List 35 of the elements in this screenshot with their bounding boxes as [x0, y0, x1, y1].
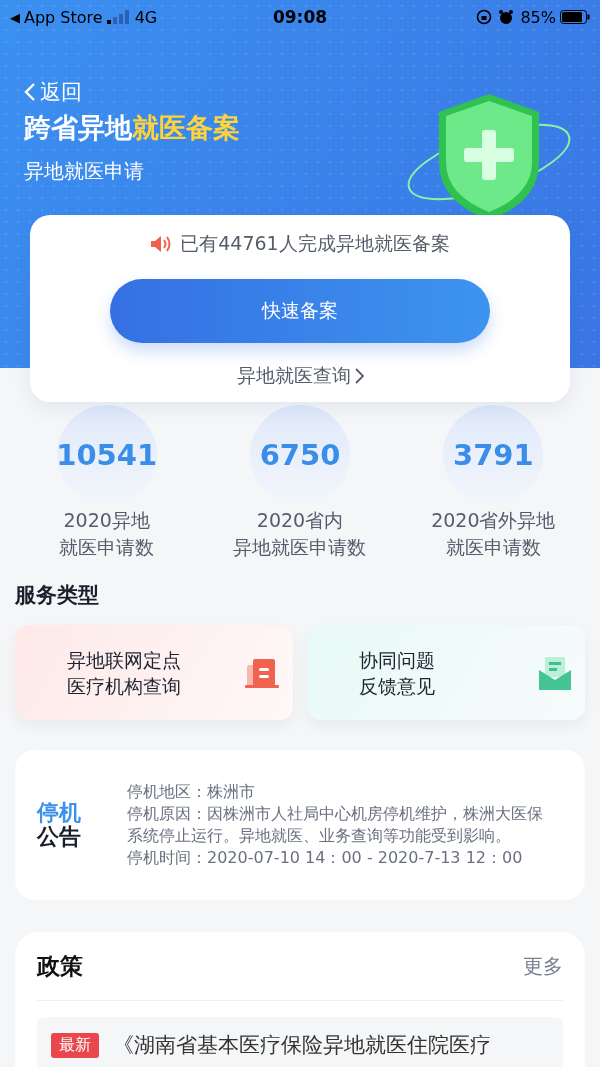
page-title: 跨省异地就医备案: [24, 111, 240, 145]
stat-value: 10541: [56, 438, 158, 472]
section-title: 服务类型: [13, 582, 100, 609]
page-subtitle: 异地就医申请: [24, 158, 144, 185]
battery-icon: [560, 10, 590, 24]
battery-percent: 85%: [520, 7, 556, 27]
chevron-left-icon: [24, 82, 36, 102]
service-card[interactable]: 异地联网定点 医疗机构查询: [15, 625, 293, 720]
announcement-line: 停机地区：株洲市: [127, 781, 256, 803]
signal-icon: [106, 10, 131, 24]
rotation-lock-icon: [476, 9, 493, 25]
announcement-line: 停机时间：2020-07-10 14：00 - 2020-7-13 12：00: [127, 847, 524, 869]
policy-title: 政策: [37, 951, 83, 981]
clock-time: 09:08: [272, 7, 328, 27]
more-link[interactable]: 更多: [523, 952, 563, 980]
chevron-right-icon: [354, 368, 364, 384]
stat-label: 2020异地 就医申请数: [59, 508, 155, 560]
quick-filing-button[interactable]: 快速备案: [110, 279, 490, 343]
announcement-line: 停机原因：因株洲市人社局中心机房停机维护，株洲大医保系统停止运行。异地就医、业务查询等功能受到影响。: [127, 803, 544, 847]
policy-link[interactable]: 《湖南省基本医疗保险异地就医住院医疗: [113, 1031, 491, 1059]
back-link[interactable]: 返回: [24, 78, 82, 106]
stat-value: 3791: [452, 438, 534, 472]
filing-count-notice: 已有44761人完成异地就医备案: [180, 231, 450, 256]
back-app-glyph[interactable]: ◀: [10, 9, 20, 25]
service-card[interactable]: 协同问题 反馈意见: [307, 625, 585, 720]
stat-label: 2020省内 异地就医申请数: [233, 508, 367, 560]
document-stack-icon: [245, 656, 279, 689]
envelope-letter-icon: [539, 655, 571, 690]
stat-value: 6750: [259, 438, 341, 472]
stat-label: 2020省外异地 就医申请数: [431, 508, 556, 560]
network-label: 4G: [134, 7, 158, 27]
announcement-title: 停机 公告: [35, 801, 82, 849]
query-link[interactable]: 异地就医查询: [236, 363, 364, 389]
new-tag: 最新: [51, 1032, 99, 1058]
back-app-label[interactable]: App Store: [24, 7, 103, 27]
